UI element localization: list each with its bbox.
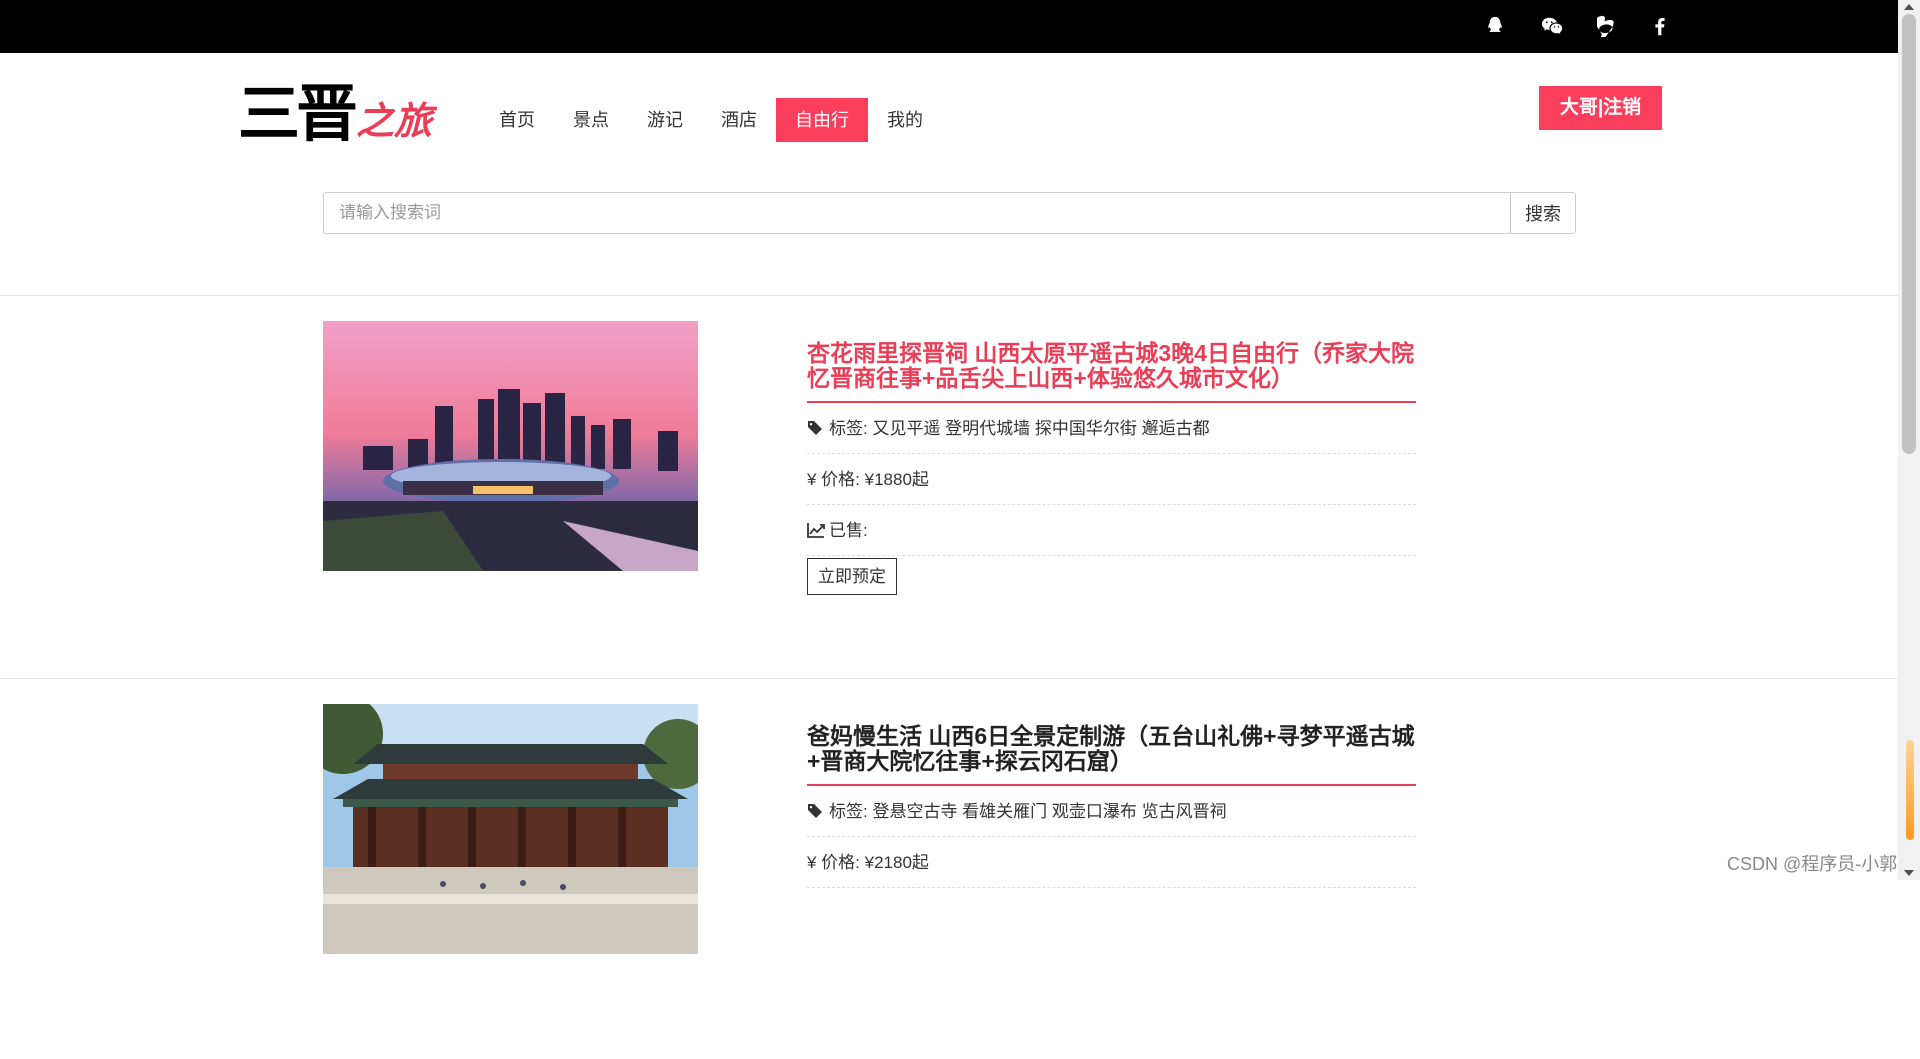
tag-icon xyxy=(807,420,827,436)
nav-item-mine[interactable]: 我的 xyxy=(868,98,942,142)
vertical-scrollbar[interactable] xyxy=(1898,0,1920,880)
nav-item-home[interactable]: 首页 xyxy=(480,98,554,142)
nav-item-travelogues[interactable]: 游记 xyxy=(628,98,702,142)
watermark: CSDN @程序员-小郭 xyxy=(1727,854,1898,874)
logo-sub-text: 之旅 xyxy=(356,98,433,143)
nav-item-hotels[interactable]: 酒店 xyxy=(702,98,776,142)
product-price: ¥ 价格: ¥1880起 xyxy=(807,454,1416,505)
scrollbar-thumb[interactable] xyxy=(1902,14,1916,454)
product-title[interactable]: 杏花雨里探晋祠 山西太原平遥古城3晚4日自由行（乔家大院忆晋商往事+品舌尖上山西… xyxy=(807,321,1416,403)
main-nav: 首页 景点 游记 酒店 自由行 我的 xyxy=(480,98,942,142)
logo-main-text: 三晋 xyxy=(238,77,358,150)
site-logo[interactable]: 三晋 之旅 xyxy=(238,81,432,145)
product-image[interactable] xyxy=(323,704,698,954)
scroll-down-arrow-icon[interactable] xyxy=(1904,870,1914,876)
nav-item-attractions[interactable]: 景点 xyxy=(554,98,628,142)
tag-icon xyxy=(807,803,827,819)
search-bar: 搜索 xyxy=(323,192,1576,234)
product-sold: 已售: xyxy=(807,505,1416,556)
sold-text: 已售: xyxy=(829,520,868,540)
weibo-icon[interactable] xyxy=(1595,13,1621,39)
site-header: 三晋 之旅 首页 景点 游记 酒店 自由行 我的 大哥|注销 xyxy=(0,53,1898,173)
book-now-button[interactable]: 立即预定 xyxy=(807,558,897,595)
wechat-icon[interactable] xyxy=(1539,13,1565,39)
product-title[interactable]: 爸妈慢生活 山西6日全景定制游（五台山礼佛+寻梦平遥古城+晋商大院忆往事+探云冈… xyxy=(807,704,1416,786)
tags-text: 标签: 又见平遥 登明代城墙 探中国华尔街 邂逅古都 xyxy=(829,418,1210,438)
product-tags: 标签: 又见平遥 登明代城墙 探中国华尔街 邂逅古都 xyxy=(807,403,1416,454)
user-logout-button[interactable]: 大哥|注销 xyxy=(1539,86,1662,130)
price-text: ¥ 价格: ¥1880起 xyxy=(807,469,929,489)
scroll-up-arrow-icon[interactable] xyxy=(1904,4,1914,10)
product-image[interactable] xyxy=(323,321,698,571)
product-info: 爸妈慢生活 山西6日全景定制游（五台山礼佛+寻梦平遥古城+晋商大院忆往事+探云冈… xyxy=(807,704,1416,888)
facebook-icon[interactable] xyxy=(1647,13,1673,39)
nav-item-self-guided[interactable]: 自由行 xyxy=(776,98,868,142)
product-info: 杏花雨里探晋祠 山西太原平遥古城3晚4日自由行（乔家大院忆晋商往事+品舌尖上山西… xyxy=(807,321,1416,595)
scroll-progress-indicator xyxy=(1906,740,1914,840)
product-price: ¥ 价格: ¥2180起 xyxy=(807,837,1416,888)
product-card: 爸妈慢生活 山西6日全景定制游（五台山礼佛+寻梦平遥古城+晋商大院忆往事+探云冈… xyxy=(0,679,1898,1059)
search-input[interactable] xyxy=(323,192,1510,234)
line-chart-icon xyxy=(807,522,827,538)
search-button[interactable]: 搜索 xyxy=(1510,192,1576,234)
product-card: 杏花雨里探晋祠 山西太原平遥古城3晚4日自由行（乔家大院忆晋商往事+品舌尖上山西… xyxy=(0,296,1898,676)
top-bar xyxy=(0,0,1898,53)
product-tags: 标签: 登悬空古寺 看雄关雁门 观壶口瀑布 览古风晋祠 xyxy=(807,786,1416,837)
qq-icon[interactable] xyxy=(1482,13,1508,39)
tags-text: 标签: 登悬空古寺 看雄关雁门 观壶口瀑布 览古风晋祠 xyxy=(829,801,1227,821)
